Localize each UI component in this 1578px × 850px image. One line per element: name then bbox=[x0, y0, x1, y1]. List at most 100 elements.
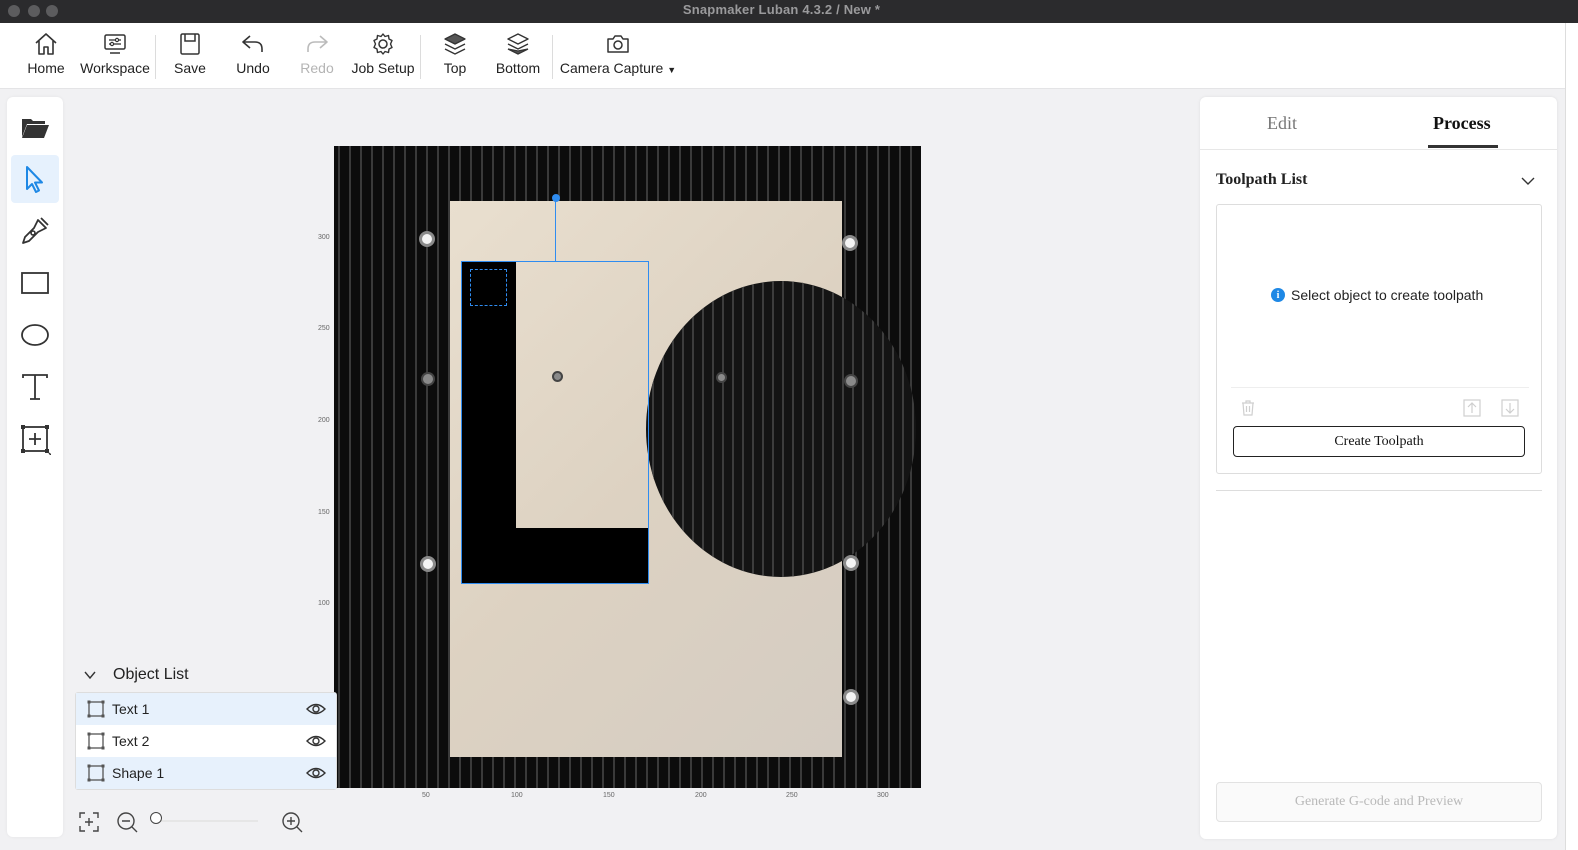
redo-icon bbox=[307, 35, 328, 52]
zoom-in-icon[interactable] bbox=[281, 811, 303, 833]
object-label: Text 2 bbox=[112, 733, 150, 749]
bed-bolt bbox=[846, 692, 856, 702]
list-item[interactable]: Shape 1 bbox=[76, 757, 336, 789]
toolbar-divider bbox=[552, 35, 553, 79]
shape-1-horizontal bbox=[462, 528, 648, 583]
create-toolpath-button[interactable]: Create Toolpath bbox=[1233, 426, 1525, 457]
pen-nib-icon bbox=[22, 217, 49, 244]
selected-shape[interactable] bbox=[461, 261, 649, 584]
workspace-icon bbox=[104, 34, 126, 54]
text-object-placeholder[interactable] bbox=[470, 269, 507, 306]
window-titlebar: Snapmaker Luban 4.3.2 / New * bbox=[0, 0, 1578, 23]
text-t-icon bbox=[22, 374, 48, 400]
tab-process[interactable]: Process bbox=[1433, 113, 1491, 134]
object-label: Text 1 bbox=[112, 701, 150, 717]
list-item[interactable]: Text 2 bbox=[76, 725, 336, 757]
ellipse-icon bbox=[21, 324, 49, 346]
save-label: Save bbox=[174, 60, 206, 76]
move-up-icon[interactable] bbox=[1463, 399, 1481, 417]
bed-bolt bbox=[423, 374, 433, 384]
window-title: Snapmaker Luban 4.3.2 / New * bbox=[682, 2, 881, 17]
tab-edit[interactable]: Edit bbox=[1267, 113, 1297, 134]
toolpath-divider bbox=[1231, 387, 1529, 388]
ellipse-tool[interactable] bbox=[11, 311, 59, 359]
layers-top-icon bbox=[444, 33, 466, 55]
rotation-handle[interactable] bbox=[552, 194, 560, 202]
home-button[interactable]: Home bbox=[25, 31, 67, 83]
save-button[interactable]: Save bbox=[172, 31, 208, 83]
eye-icon[interactable] bbox=[306, 764, 326, 782]
object-frame-icon bbox=[87, 700, 105, 718]
job-setup-button[interactable]: Job Setup bbox=[349, 31, 417, 83]
text-tool[interactable] bbox=[11, 363, 59, 411]
window-scrollbar[interactable] bbox=[1565, 23, 1578, 850]
home-icon bbox=[35, 33, 57, 55]
workspace-button[interactable]: Workspace bbox=[78, 31, 152, 83]
eye-icon[interactable] bbox=[306, 700, 326, 718]
eye-icon[interactable] bbox=[306, 732, 326, 750]
gear-icon bbox=[373, 33, 393, 55]
toolbar-divider bbox=[155, 35, 156, 79]
main-toolbar: Home Workspace Save Undo Redo Job Setup … bbox=[0, 23, 1565, 89]
top-label: Top bbox=[443, 60, 467, 76]
undo-button[interactable]: Undo bbox=[232, 31, 274, 83]
object-list-items: Text 1 Text 2 Shape 1 bbox=[75, 692, 337, 790]
open-file-tool[interactable] bbox=[11, 103, 59, 151]
bed-bolt bbox=[846, 558, 856, 568]
rectangle-icon bbox=[21, 272, 49, 294]
camera-capture-label: Camera Capture ▼ bbox=[559, 60, 677, 76]
empty-toolpath-message: i Select object to create toolpath bbox=[1271, 287, 1483, 303]
undo-icon bbox=[242, 35, 263, 52]
y-ruler-tick: 250 bbox=[318, 325, 330, 332]
object-list-title: Object List bbox=[113, 666, 189, 683]
camera-icon bbox=[607, 35, 629, 53]
select-tool[interactable] bbox=[11, 155, 59, 203]
caret-down-icon: ▼ bbox=[667, 65, 677, 75]
toolpath-list-title: Toolpath List bbox=[1216, 171, 1308, 188]
chevron-down-icon bbox=[84, 671, 96, 680]
object-list-header[interactable]: Object List bbox=[75, 660, 337, 690]
x-ruler-tick: 150 bbox=[603, 792, 615, 799]
y-ruler-tick: 150 bbox=[318, 509, 330, 516]
bottom-view-button[interactable]: Bottom bbox=[494, 31, 542, 83]
x-ruler-tick: 300 bbox=[877, 792, 889, 799]
top-view-button[interactable]: Top bbox=[440, 31, 470, 83]
toolbar-divider bbox=[420, 35, 421, 79]
bed-bolt bbox=[422, 234, 432, 244]
circular-cutout bbox=[646, 281, 916, 577]
rectangle-tool[interactable] bbox=[11, 259, 59, 307]
zoom-slider-handle[interactable] bbox=[150, 812, 162, 824]
zoom-slider-track[interactable] bbox=[158, 820, 258, 822]
add-frame-tool[interactable] bbox=[11, 415, 59, 463]
chevron-down-icon[interactable] bbox=[1520, 173, 1536, 189]
rotation-handle-line bbox=[555, 200, 556, 262]
fit-view-icon[interactable] bbox=[78, 811, 100, 833]
redo-label: Redo bbox=[300, 60, 334, 76]
bed-bolt bbox=[423, 559, 433, 569]
list-item[interactable]: Text 1 bbox=[76, 693, 336, 725]
trash-icon[interactable] bbox=[1239, 399, 1257, 417]
x-ruler-tick: 50 bbox=[422, 792, 430, 799]
home-label: Home bbox=[27, 60, 65, 76]
pen-tool[interactable] bbox=[11, 207, 59, 255]
workspace-canvas[interactable] bbox=[334, 146, 921, 788]
x-ruler-tick: 200 bbox=[695, 792, 707, 799]
redo-button[interactable]: Redo bbox=[298, 31, 336, 83]
camera-capture-button[interactable]: Camera Capture ▼ bbox=[556, 31, 680, 83]
bottom-label: Bottom bbox=[495, 60, 541, 76]
zoom-out-icon[interactable] bbox=[116, 811, 138, 833]
x-ruler-tick: 100 bbox=[511, 792, 523, 799]
right-panel: Edit Process Toolpath List i Select obje… bbox=[1200, 97, 1557, 839]
left-toolbar bbox=[7, 97, 63, 837]
folder-open-icon bbox=[21, 119, 49, 138]
object-frame-icon bbox=[87, 764, 105, 782]
info-icon: i bbox=[1271, 288, 1285, 302]
workspace-label: Workspace bbox=[80, 60, 150, 76]
move-down-icon[interactable] bbox=[1501, 399, 1519, 417]
cursor-arrow-icon bbox=[26, 166, 43, 193]
object-label: Shape 1 bbox=[112, 765, 165, 781]
panel-tabs: Edit Process bbox=[1200, 97, 1557, 150]
y-ruler-tick: 100 bbox=[318, 600, 330, 607]
generate-gcode-button[interactable]: Generate G-code and Preview bbox=[1216, 782, 1542, 822]
x-ruler-tick: 250 bbox=[786, 792, 798, 799]
